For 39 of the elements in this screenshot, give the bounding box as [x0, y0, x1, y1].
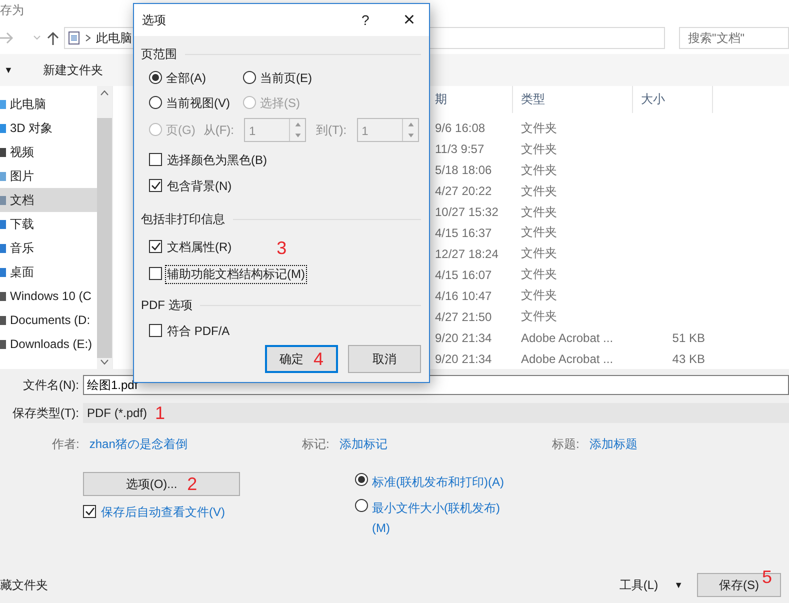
type-cell-text: Adobe Acrobat ... — [520, 352, 614, 366]
type-cell-text: 文件夹 — [520, 120, 558, 137]
date-cell-text: 5/18 18:06 — [434, 163, 493, 178]
date-cell-text: 4/16 10:47 — [434, 288, 493, 303]
date-cell-text: 4/15 16:37 — [434, 226, 493, 240]
meta-label: 标记: — [302, 436, 330, 452]
spinner-label: 从(F): — [203, 122, 234, 138]
type-cell-text: Adobe Acrobat ... — [520, 330, 614, 345]
date-cell-text: 9/20 21:34 — [434, 330, 493, 345]
section-title: 页范围 — [141, 46, 177, 62]
dialog-title: 选项 — [142, 12, 166, 28]
type-cell-text: 文件夹 — [520, 287, 558, 304]
type-cell-text: 文件夹 — [520, 140, 558, 158]
type-cell-text: 文件夹 — [520, 308, 558, 326]
type-cell-text: 文件夹 — [520, 204, 558, 221]
type-cell-text: 文件夹 — [520, 266, 558, 284]
size-cell-text: 43 KB — [671, 352, 706, 366]
section-title: PDF 选项 — [141, 296, 192, 314]
type-cell-text: 文件夹 — [520, 224, 558, 242]
window-title: 存为 — [0, 2, 24, 20]
spinner-label: 到(T): — [316, 122, 347, 138]
field-label: 保存类型(T): — [11, 404, 80, 422]
date-cell-text: 4/15 16:07 — [434, 268, 493, 282]
field-label: 文件名(N): — [22, 376, 80, 394]
section-title: 包括非打印信息 — [141, 210, 225, 228]
meta-label: 作者: — [52, 436, 80, 452]
date-cell-text: 9/6 16:08 — [434, 121, 486, 136]
annotation-number: 3 — [276, 239, 287, 257]
meta-label: 标题: — [552, 436, 580, 452]
size-cell-text: 51 KB — [671, 330, 706, 345]
type-cell-text: 文件夹 — [520, 162, 558, 179]
type-cell-text: 文件夹 — [520, 182, 558, 200]
date-cell-text: 11/3 9:57 — [434, 142, 486, 156]
date-cell-text: 4/27 21:50 — [434, 310, 493, 324]
date-cell-text: 4/27 20:22 — [434, 184, 493, 198]
type-cell-text: 文件夹 — [520, 245, 558, 262]
date-cell-text: 12/27 18:24 — [434, 246, 500, 261]
date-cell-text: 9/20 21:34 — [434, 352, 493, 366]
date-cell-text: 10/27 15:32 — [434, 205, 500, 220]
